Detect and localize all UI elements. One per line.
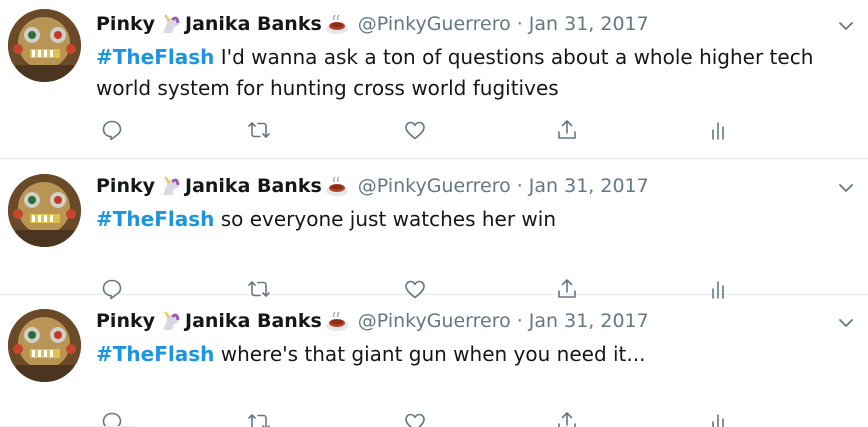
tweet-body: so everyone just watches her win <box>214 207 557 231</box>
tweet-header: Pinky Janika Banks @PinkyGuerrero · Jan … <box>96 172 649 200</box>
share-button[interactable] <box>553 116 581 144</box>
avatar[interactable] <box>8 9 81 82</box>
analytics-icon <box>712 122 724 140</box>
retweet-button[interactable] <box>245 116 273 144</box>
hashtag-link[interactable]: #TheFlash <box>96 45 214 69</box>
hot-beverage-icon <box>324 308 350 334</box>
separator-dot: · <box>516 310 523 332</box>
tweet-text: #TheFlash I'd wanna ask a ton of questio… <box>96 42 856 104</box>
share-button[interactable] <box>553 408 581 427</box>
avatar[interactable] <box>8 309 81 382</box>
tweet-date[interactable]: Jan 31, 2017 <box>529 172 649 200</box>
chevron-down-icon[interactable] <box>836 178 856 198</box>
tweet-body: where's that giant gun when you need it.… <box>214 342 646 366</box>
user-handle[interactable]: @PinkyGuerrero <box>358 307 511 335</box>
tweet-actions <box>96 116 736 144</box>
tweet-text: #TheFlash where's that giant gun when yo… <box>96 339 856 370</box>
display-name-second: Janika Banks <box>185 13 322 35</box>
tweet-text: #TheFlash so everyone just watches her w… <box>96 204 856 235</box>
chevron-down-icon[interactable] <box>836 16 856 36</box>
tweet[interactable]: Pinky Janika Banks @PinkyGuerrero · Jan … <box>0 0 868 159</box>
heart-icon <box>405 413 425 427</box>
reply-icon <box>102 412 122 427</box>
separator-dot: · <box>516 175 523 197</box>
display-name-first: Pinky <box>96 13 155 35</box>
display-name[interactable]: Pinky Janika Banks <box>96 172 352 200</box>
share-icon <box>558 120 576 139</box>
like-button[interactable] <box>401 408 429 427</box>
tweet-date[interactable]: Jan 31, 2017 <box>529 307 649 335</box>
hashtag-link[interactable]: #TheFlash <box>96 207 214 231</box>
tweet[interactable]: Pinky Janika Banks @PinkyGuerrero · Jan … <box>0 295 868 427</box>
unicorn-icon <box>157 308 183 334</box>
reply-icon <box>102 120 122 141</box>
display-name-first: Pinky <box>96 175 155 197</box>
tweet-header: Pinky Janika Banks @PinkyGuerrero · Jan … <box>96 307 649 335</box>
user-handle[interactable]: @PinkyGuerrero <box>358 172 511 200</box>
tweet-date[interactable]: Jan 31, 2017 <box>529 10 649 38</box>
display-name[interactable]: Pinky Janika Banks <box>96 10 352 38</box>
analytics-icon <box>712 414 724 427</box>
retweet-icon <box>248 414 270 427</box>
chevron-down-icon[interactable] <box>836 313 856 333</box>
hashtag-link[interactable]: #TheFlash <box>96 342 214 366</box>
display-name[interactable]: Pinky Janika Banks <box>96 307 352 335</box>
share-icon <box>558 412 576 427</box>
analytics-button[interactable] <box>704 116 732 144</box>
tweet-timeline: Pinky Janika Banks @PinkyGuerrero · Jan … <box>0 0 868 427</box>
unicorn-icon <box>157 11 183 37</box>
hot-beverage-icon <box>324 11 350 37</box>
tweet-actions <box>96 408 736 427</box>
tweet-header: Pinky Janika Banks @PinkyGuerrero · Jan … <box>96 10 649 38</box>
reply-button[interactable] <box>98 116 126 144</box>
display-name-second: Janika Banks <box>185 175 322 197</box>
retweet-button[interactable] <box>245 408 273 427</box>
hot-beverage-icon <box>324 173 350 199</box>
like-button[interactable] <box>401 116 429 144</box>
display-name-second: Janika Banks <box>185 310 322 332</box>
tweet[interactable]: Pinky Janika Banks @PinkyGuerrero · Jan … <box>0 159 868 300</box>
display-name-first: Pinky <box>96 310 155 332</box>
unicorn-icon <box>157 173 183 199</box>
reply-button[interactable] <box>98 408 126 427</box>
heart-icon <box>405 121 425 140</box>
user-handle[interactable]: @PinkyGuerrero <box>358 10 511 38</box>
retweet-icon <box>248 122 270 138</box>
analytics-button[interactable] <box>704 408 732 427</box>
separator-dot: · <box>516 13 523 35</box>
avatar[interactable] <box>8 174 81 247</box>
